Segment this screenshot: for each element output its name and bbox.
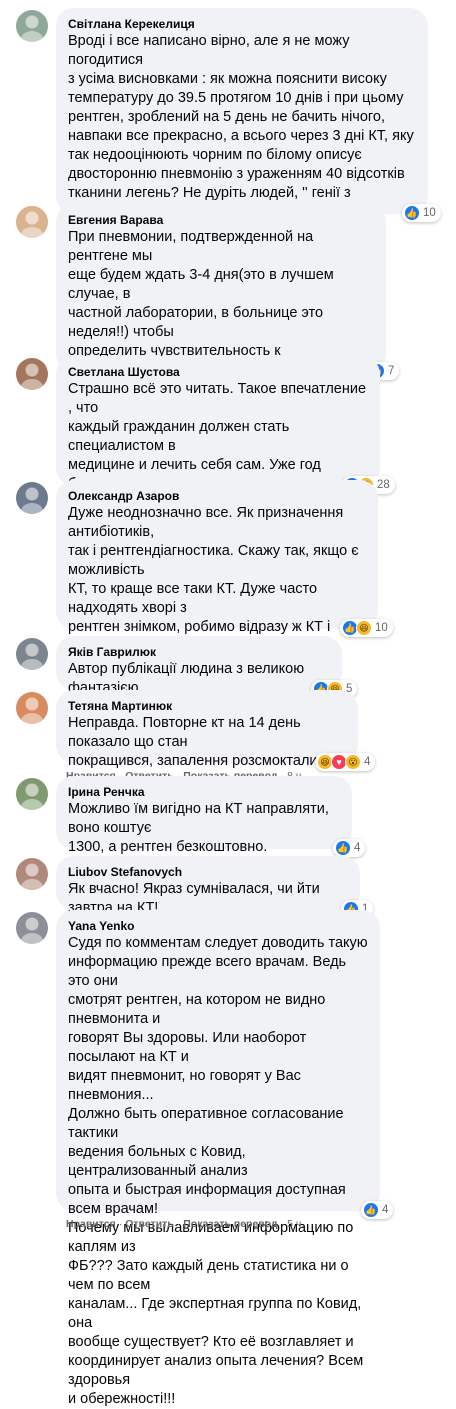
comment-bubble: Олександр Азаров Дуже неоднозначно все. Я… — [56, 480, 378, 711]
comment-text: Судя по комментам следует доводить такую… — [68, 935, 368, 1407]
reaction-count: 10 — [375, 622, 388, 634]
avatar[interactable] — [16, 358, 48, 390]
comment-bubble: Тетяна Мартинюк Неправда. Повторне кт на … — [56, 690, 358, 769]
reaction-count: 7 — [388, 365, 395, 377]
comment-actions: Нравится · Ответить · Показать перевод · 5 ч. — [66, 1217, 304, 1231]
comment-author[interactable]: Ірина Ренчка — [68, 784, 340, 800]
comment-timestamp[interactable]: 5 ч. — [287, 1218, 304, 1230]
avatar[interactable] — [16, 638, 48, 670]
reactions-summary[interactable]: 👍 4 — [361, 1201, 394, 1219]
haha-icon: 😆 — [356, 620, 372, 636]
reaction-count: 10 — [423, 207, 436, 219]
comment-bubble: Евгения Варава При пневмонии, подтвержден… — [56, 204, 386, 473]
comment-bubble: Світлана Керекелиця Вроді і все написано … — [56, 8, 428, 239]
reply-link[interactable]: Ответить — [125, 1218, 174, 1230]
comment-text: Неправда. Повторне кт на 14 день показал… — [68, 715, 341, 769]
avatar[interactable] — [16, 778, 48, 810]
like-icon: 👍 — [404, 205, 420, 221]
comment-author[interactable]: Светлана Шустова — [68, 364, 368, 380]
reaction-count: 4 — [382, 1204, 389, 1216]
show-translation-link[interactable]: Показать перевод — [183, 1218, 277, 1230]
avatar[interactable] — [16, 858, 48, 890]
like-icon: 👍 — [363, 1202, 379, 1218]
comment-bubble: Светлана Шустова Страшно всё это читать. … — [56, 356, 380, 549]
reactions-summary[interactable]: 👍 😆 10 — [340, 619, 393, 637]
reaction-count: 28 — [377, 479, 390, 491]
comment-author[interactable]: Світлана Керекелиця — [68, 16, 416, 32]
reaction-count: 4 — [364, 756, 371, 768]
like-icon: 👍 — [335, 840, 351, 856]
wow-icon: 😮 — [345, 754, 361, 770]
reactions-summary[interactable]: 👍 4 — [333, 839, 366, 857]
comment-author[interactable]: Яків Гаврилюк — [68, 644, 330, 660]
avatar[interactable] — [16, 912, 48, 944]
comment-bubble: Яків Гаврилюк Автор публікації людина з в… — [56, 636, 342, 696]
reactions-summary[interactable]: 👍 10 — [402, 204, 441, 222]
avatar[interactable] — [16, 482, 48, 514]
comment-author[interactable]: Тетяна Мартинюк — [68, 698, 346, 714]
comment-bubble: Yana Yenko Судя по комментам следует дово… — [56, 910, 380, 1407]
comment-author[interactable]: Liubov Stefanovych — [68, 864, 348, 880]
comment-bubble: Liubov Stefanovych Як вчасно! Якраз сумні… — [56, 856, 360, 916]
avatar[interactable] — [16, 10, 48, 42]
comment-text: Можливо їм вигідно на КТ направляти, вон… — [68, 801, 329, 855]
avatar[interactable] — [16, 206, 48, 238]
avatar[interactable] — [16, 692, 48, 724]
comment-bubble: Ірина Ренчка Можливо їм вигідно на КТ нап… — [56, 776, 352, 855]
separator-dot: · — [280, 1218, 285, 1230]
comment-author[interactable]: Олександр Азаров — [68, 488, 366, 504]
comment-author[interactable]: Yana Yenko — [68, 918, 368, 934]
reactions-summary[interactable]: 😆 ♥ 😮 4 — [315, 753, 376, 771]
reaction-count: 4 — [354, 842, 361, 854]
separator-dot: · — [118, 1218, 123, 1230]
separator-dot: · — [176, 1218, 181, 1230]
comment-author[interactable]: Евгения Варава — [68, 212, 374, 228]
like-link[interactable]: Нравится — [66, 1218, 116, 1230]
